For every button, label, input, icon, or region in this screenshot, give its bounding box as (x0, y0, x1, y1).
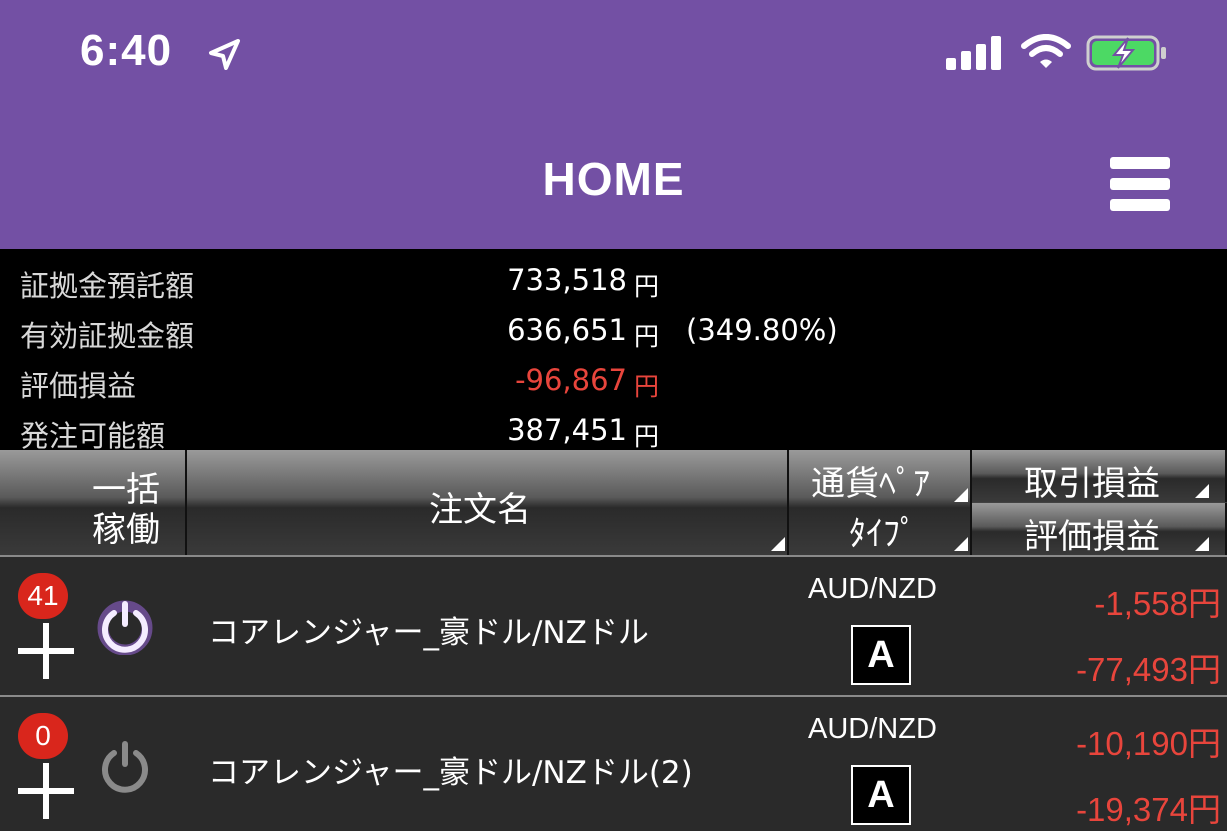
plus-icon[interactable] (18, 623, 74, 679)
order-row[interactable]: 0 コアレンジャー_豪ドル/NZドル(2) AUD/NZD A -10,190円… (0, 695, 1227, 831)
header-label: ﾀｲﾌﾟ (849, 514, 917, 554)
summary-row-deposit: 証拠金預託額 733,518 円 (0, 255, 1227, 305)
order-type-badge: A (851, 765, 911, 825)
header-bulk-activate[interactable]: 一括 稼働 (0, 450, 187, 555)
summary-row-unrealized-pl: 評価損益 -96,867 円 (0, 355, 1227, 405)
hamburger-menu-icon[interactable] (1110, 157, 1170, 211)
summary-row-effective-margin: 有効証拠金額 636,651 円 (349.80%) (0, 305, 1227, 355)
summary-value: 733,518 (507, 263, 627, 297)
summary-unit: 円 (634, 372, 660, 401)
header-order-name[interactable]: 注文名 (187, 450, 789, 555)
order-type-badge: A (851, 625, 911, 685)
eval-pl-value: -19,374円 (1076, 791, 1221, 828)
summary-label: 証拠金預託額 (20, 269, 195, 303)
currency-pair: AUD/NZD (808, 713, 937, 745)
margin-ratio: (349.80%) (686, 313, 838, 347)
header-eval-pl[interactable]: 評価損益 (972, 503, 1227, 557)
trade-pl-value: -10,190円 (1076, 725, 1221, 762)
position-count-badge: 41 (18, 573, 68, 619)
power-toggle-icon[interactable] (96, 737, 154, 795)
summary-value: 387,451 (507, 413, 627, 447)
battery-charging-icon (1086, 35, 1166, 71)
summary-row-available: 発注可能額 387,451 円 (0, 405, 1227, 455)
header-trade-pl[interactable]: 取引損益 (972, 450, 1227, 504)
position-count-badge: 0 (18, 713, 68, 759)
summary-label: 評価損益 (20, 369, 137, 403)
page-title: HOME (542, 153, 685, 205)
summary-unit: 円 (634, 272, 660, 301)
account-summary: 証拠金預託額 733,518 円 有効証拠金額 636,651 円 (349.8… (0, 249, 1227, 453)
eval-pl-value: -77,493円 (1076, 651, 1221, 688)
location-arrow-icon (209, 39, 240, 70)
summary-unit: 円 (634, 422, 660, 451)
trade-pl-value: -1,558円 (1094, 585, 1221, 622)
currency-pair: AUD/NZD (808, 573, 937, 605)
top-bar: 6:40 HOME (0, 0, 1227, 249)
plus-icon[interactable] (18, 763, 74, 819)
sort-indicator-icon (1195, 537, 1209, 551)
table-header: 一括 稼働 注文名 通貨ﾍﾟｱ ﾀｲﾌﾟ 取引損益 評価損益 (0, 450, 1227, 557)
header-label: 取引損益 (1024, 464, 1160, 504)
wifi-icon (1021, 34, 1071, 68)
summary-unit: 円 (634, 322, 660, 351)
order-name: コアレンジャー_豪ドル/NZドル (208, 615, 649, 651)
sort-indicator-icon (954, 488, 968, 502)
sort-indicator-icon (771, 537, 785, 551)
order-row[interactable]: 41 コアレンジャー_豪ドル/NZドル AUD/NZD A -1,558円 -7… (0, 555, 1227, 695)
summary-value: -96,867 (515, 363, 627, 397)
header-label: 稼働 (92, 510, 160, 550)
summary-value: 636,651 (507, 313, 627, 347)
summary-label: 有効証拠金額 (20, 319, 195, 353)
sort-indicator-icon (954, 537, 968, 551)
header-label: 評価損益 (1024, 517, 1160, 557)
sort-indicator-icon (1195, 484, 1209, 498)
order-name: コアレンジャー_豪ドル/NZドル(2) (208, 755, 693, 791)
summary-label: 発注可能額 (20, 419, 166, 453)
power-toggle-icon[interactable] (96, 597, 154, 655)
header-label: 通貨ﾍﾟｱ (811, 464, 930, 504)
header-label: 注文名 (429, 490, 531, 530)
cellular-signal-icon (946, 36, 1001, 70)
header-pair-type[interactable]: 通貨ﾍﾟｱ ﾀｲﾌﾟ (789, 450, 972, 555)
status-time: 6:40 (80, 26, 173, 75)
